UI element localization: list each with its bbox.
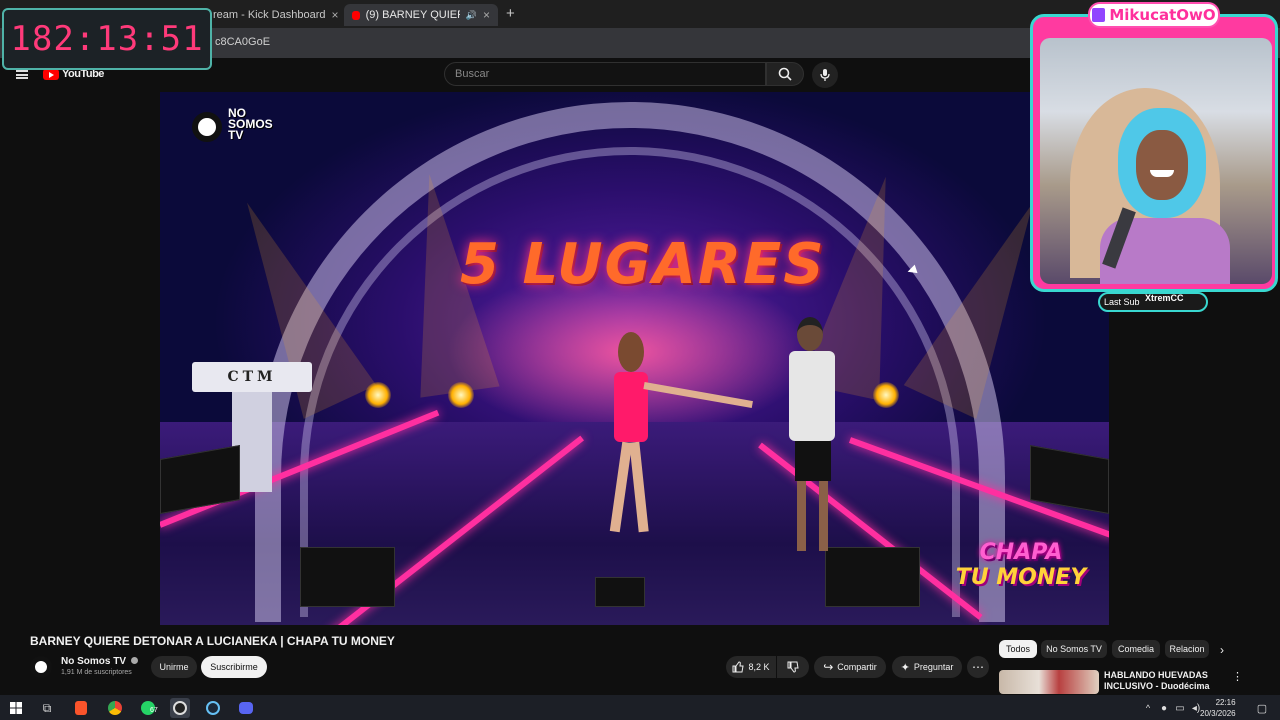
streamer-smile [1150, 170, 1174, 177]
task-view-icon[interactable]: ⧉ [37, 698, 57, 718]
podium-sign: CTM [192, 362, 312, 392]
share-label: Compartir [837, 662, 877, 672]
taskbar [0, 695, 1280, 720]
discord-icon[interactable] [236, 698, 256, 718]
chip-channel[interactable]: No Somos TV [1041, 640, 1107, 658]
chip-comedy[interactable]: Comedia [1112, 640, 1160, 658]
show-logo: CHAPA TU MONEY [946, 540, 1096, 600]
streamer-name: MikucatOwO [1109, 6, 1216, 24]
last-sub-label: Last Sub [1104, 297, 1140, 307]
tab-youtube-video[interactable]: (9) BARNEY QUIERE DETON 🔊 × [344, 4, 498, 26]
new-tab-button[interactable]: + [506, 5, 515, 22]
last-sub-widget: Last Sub XtremCC [1098, 292, 1208, 312]
more-icon: ⋯ [972, 660, 984, 674]
menu-icon[interactable] [16, 70, 28, 79]
last-sub-name: XtremCC [1145, 293, 1184, 303]
thumbs-up-icon [732, 661, 745, 673]
verified-icon [130, 657, 138, 664]
chip-all[interactable]: Todos [999, 640, 1037, 658]
audio-playing-icon[interactable]: 🔊 [466, 10, 477, 21]
stage-speaker [595, 577, 645, 607]
channel-logo-icon [192, 112, 222, 142]
youtube-play-icon [43, 68, 59, 80]
show-logo-line2: TU MONEY [955, 565, 1087, 590]
stream-timer-overlay: 182:13:51 [2, 8, 212, 70]
obs-icon[interactable] [170, 698, 190, 718]
video-title: BARNEY QUIERE DETONAR A LUCIANEKA | CHAP… [30, 634, 395, 648]
streamer-name-badge: MikucatOwO [1088, 2, 1220, 28]
stage-light [873, 382, 899, 408]
chip-related[interactable]: Relacion [1165, 640, 1209, 658]
man-contestant [775, 317, 855, 557]
voice-search-button[interactable] [812, 62, 838, 88]
stage-screen-text: 5 LUGARES [460, 232, 826, 297]
brave-browser-icon[interactable] [71, 698, 91, 718]
stage-light [448, 382, 474, 408]
like-button[interactable]: 8,2 K [726, 656, 776, 678]
search-input[interactable]: Buscar [444, 62, 766, 86]
url-text[interactable]: c8CA0GoE [215, 36, 270, 48]
webcam-feed [1040, 38, 1272, 284]
close-tab-icon[interactable]: × [332, 8, 339, 22]
clock-time: 22:16 [1215, 698, 1236, 707]
chrome-icon[interactable] [105, 698, 125, 718]
ask-button[interactable]: ✦ Preguntar [892, 656, 962, 678]
dislike-button[interactable] [777, 656, 809, 678]
channel-name-text[interactable]: No Somos TV [61, 656, 126, 667]
channel-watermark: NO SOMOS TV [190, 106, 290, 148]
notification-icon[interactable]: ▢ [1252, 698, 1272, 718]
kebab-menu-icon[interactable]: ⋮ [1232, 670, 1243, 683]
share-icon: ↪ [823, 660, 834, 674]
channel-avatar[interactable] [30, 656, 52, 678]
tab-label: ream - Kick Dashboard [213, 9, 326, 21]
subscriber-count: 1,91 M de suscriptores [61, 669, 132, 676]
like-count: 8,2 K [748, 662, 770, 672]
search-icon [778, 67, 792, 81]
show-logo-line1: CHAPA [979, 540, 1063, 565]
twitch-icon [1092, 8, 1106, 22]
system-clock[interactable]: 22:16 20/3/2026 [1200, 697, 1236, 719]
sparkle-icon: ✦ [900, 661, 910, 674]
streamer-face [1136, 130, 1188, 200]
related-video-thumbnail[interactable] [999, 670, 1099, 694]
more-actions-button[interactable]: ⋯ [967, 656, 989, 678]
subscribe-button[interactable]: Suscribirme [201, 656, 267, 678]
tab-kick-dashboard[interactable]: ream - Kick Dashboard × [205, 4, 340, 26]
timer-text: 182:13:51 [10, 19, 204, 59]
youtube-favicon-icon [352, 10, 360, 20]
chevron-right-icon[interactable]: › [1220, 643, 1224, 657]
tab-label: (9) BARNEY QUIERE DETON [365, 9, 460, 21]
join-button[interactable]: Unirme [151, 656, 197, 678]
microphone-icon [820, 69, 830, 81]
close-tab-icon[interactable]: × [483, 8, 490, 22]
windows-start-icon[interactable] [6, 698, 26, 718]
whatsapp-badge: 67 [150, 707, 158, 714]
clock-date: 20/3/2026 [1200, 709, 1236, 718]
channel-name[interactable]: No Somos TV [61, 656, 138, 667]
stage-light [365, 382, 391, 408]
ask-label: Preguntar [913, 662, 954, 672]
search-button[interactable] [766, 62, 804, 86]
video-player[interactable]: 5 LUGARES NO SOMOS TV CTM CHAPA TU MONEY [160, 92, 1109, 625]
dancer-woman [600, 332, 753, 552]
share-button[interactable]: ↪ Compartir [814, 656, 886, 678]
stage-speaker [300, 547, 395, 607]
thumbs-down-icon [787, 661, 799, 673]
watermark-text: NO SOMOS TV [228, 106, 273, 142]
steam-icon[interactable] [203, 698, 223, 718]
whatsapp-icon[interactable]: 67 [138, 698, 158, 718]
